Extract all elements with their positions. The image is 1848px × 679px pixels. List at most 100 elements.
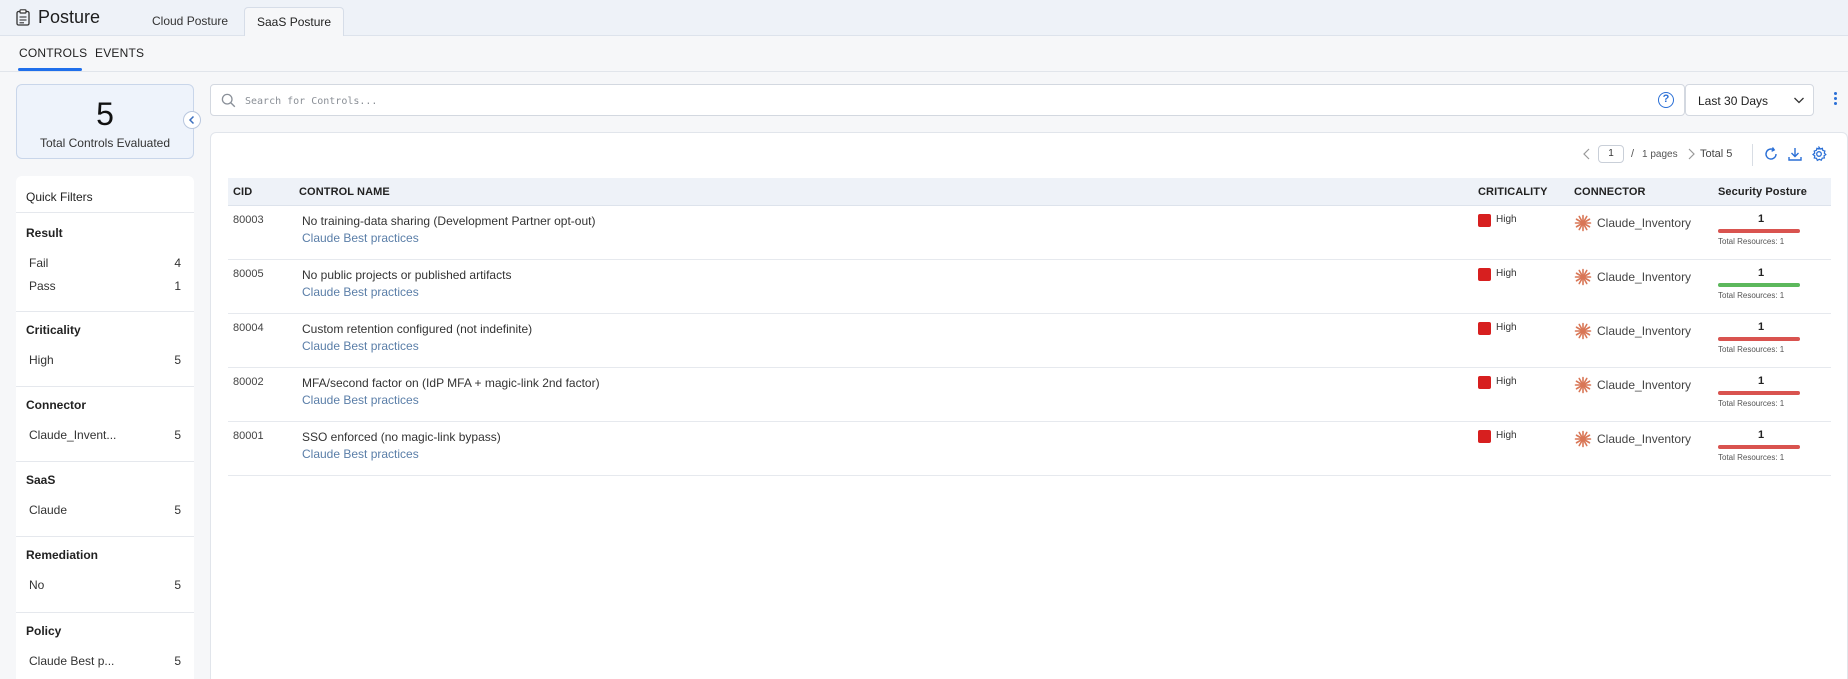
control-policy-link[interactable]: Claude Best practices — [302, 285, 419, 299]
chevron-right-icon[interactable] — [1686, 148, 1696, 160]
clipboard-icon — [16, 9, 30, 26]
top-bar: Posture Cloud Posture SaaS Posture — [0, 0, 1848, 36]
filter-item-label: Claude Best p... — [29, 654, 115, 668]
connector-name: Claude_Inventory — [1597, 270, 1692, 284]
control-policy-link[interactable]: Claude Best practices — [302, 231, 419, 245]
filter-item-pass[interactable]: Pass 1 — [29, 279, 181, 293]
quick-filters-panel: Quick Filters Result Fail 4 Pass 1 Criti… — [16, 176, 194, 679]
page-separator: / — [1631, 148, 1635, 160]
filter-item-label: Fail — [29, 256, 49, 270]
column-header-control-name[interactable]: CONTROL NAME — [299, 186, 390, 198]
table-row[interactable]: 80004 Custom retention configured (not in… — [228, 314, 1831, 368]
sub-tabs: CONTROLS EVENTS — [0, 36, 1848, 72]
control-id: 80005 — [233, 268, 264, 280]
claude-logo-icon — [1574, 268, 1592, 286]
table-row[interactable]: 80003 No training-data sharing (Developme… — [228, 206, 1831, 260]
filter-item-count: 5 — [174, 654, 181, 668]
filter-item-label: No — [29, 578, 45, 592]
filter-item-count: 4 — [174, 256, 181, 270]
filter-group-result: Result — [26, 226, 63, 240]
security-posture-fill — [1718, 337, 1800, 341]
security-posture-bar — [1718, 337, 1800, 341]
total-resources: Total Resources: 1 — [1718, 237, 1785, 246]
criticality-indicator — [1478, 376, 1491, 389]
criticality-label: High — [1496, 268, 1517, 279]
control-policy-link[interactable]: Claude Best practices — [302, 393, 419, 407]
filter-item-label: Claude_Invent... — [29, 428, 117, 442]
collapse-sidebar-button[interactable] — [183, 111, 201, 129]
filter-item-claude[interactable]: Claude 5 — [29, 503, 181, 517]
connector-name: Claude_Inventory — [1597, 324, 1692, 338]
table-row[interactable]: 80001 SSO enforced (no magic-link bypass)… — [228, 422, 1831, 476]
column-header-cid[interactable]: CID — [233, 186, 252, 198]
date-range-select[interactable]: Last 30 Days — [1685, 84, 1814, 116]
filter-item-fail[interactable]: Fail 4 — [29, 256, 181, 270]
security-posture-fill — [1718, 445, 1800, 449]
page-number-input[interactable]: 1 — [1598, 145, 1624, 163]
criticality-indicator — [1478, 430, 1491, 443]
table-row[interactable]: 80002 MFA/second factor on (IdP MFA + mag… — [228, 368, 1831, 422]
criticality-label: High — [1496, 376, 1517, 387]
kebab-icon[interactable] — [1832, 90, 1838, 110]
criticality-indicator — [1478, 214, 1491, 227]
active-tab-indicator — [18, 68, 82, 71]
filter-item-no[interactable]: No 5 — [29, 578, 181, 592]
control-policy-link[interactable]: Claude Best practices — [302, 447, 419, 461]
gear-icon[interactable] — [1811, 146, 1827, 162]
chevron-left-icon[interactable] — [1582, 148, 1592, 160]
total-resources: Total Resources: 1 — [1718, 345, 1785, 354]
total-controls-label: Total Controls Evaluated — [39, 136, 171, 150]
filter-item-count: 1 — [174, 279, 181, 293]
tab-saas-posture[interactable]: SaaS Posture — [244, 7, 345, 36]
criticality-indicator — [1478, 322, 1491, 335]
filter-item-claude-inventory[interactable]: Claude_Invent... 5 — [29, 428, 181, 442]
column-header-criticality[interactable]: CRITICALITY — [1478, 186, 1548, 198]
filter-item-claude-best-practices[interactable]: Claude Best p... 5 — [29, 654, 181, 668]
filter-item-high[interactable]: High 5 — [29, 353, 181, 367]
download-icon[interactable] — [1787, 146, 1803, 162]
tab-controls[interactable]: CONTROLS — [19, 46, 87, 60]
divider — [16, 461, 194, 462]
security-posture-value: 1 — [1757, 213, 1765, 225]
control-policy-link[interactable]: Claude Best practices — [302, 339, 419, 353]
tab-cloud-posture[interactable]: Cloud Posture — [140, 7, 240, 36]
security-posture-bar — [1718, 283, 1800, 287]
divider — [1752, 144, 1753, 166]
security-posture-fill — [1718, 283, 1800, 287]
claude-logo-icon — [1574, 376, 1592, 394]
criticality-label: High — [1496, 214, 1517, 225]
total-count: Total 5 — [1700, 148, 1733, 160]
filter-group-remediation: Remediation — [26, 548, 99, 562]
chevron-down-icon — [1794, 97, 1804, 104]
control-name[interactable]: SSO enforced (no magic-link bypass) — [302, 430, 501, 444]
divider — [16, 212, 194, 213]
control-name[interactable]: Custom retention configured (not indefin… — [302, 322, 532, 336]
column-header-connector[interactable]: CONNECTOR — [1574, 186, 1646, 198]
control-name[interactable]: MFA/second factor on (IdP MFA + magic-li… — [302, 376, 600, 390]
total-resources: Total Resources: 1 — [1718, 453, 1785, 462]
filter-group-policy: Policy — [26, 624, 62, 638]
column-header-security-posture[interactable]: Security Posture — [1718, 186, 1807, 198]
page-title: Posture — [38, 7, 101, 27]
filter-item-label: High — [29, 353, 54, 367]
security-posture-fill — [1718, 391, 1800, 395]
summary-card: 5 Total Controls Evaluated — [16, 84, 194, 159]
divider — [16, 311, 194, 312]
security-posture-value: 1 — [1757, 321, 1765, 333]
security-posture-bar — [1718, 445, 1800, 449]
security-posture-bar — [1718, 391, 1800, 395]
table-row[interactable]: 80005 No public projects or published art… — [228, 260, 1831, 314]
total-resources: Total Resources: 1 — [1718, 291, 1785, 300]
search-icon — [221, 93, 236, 108]
table-header: CID CONTROL NAME CRITICALITY CONNECTOR S… — [228, 178, 1831, 206]
claude-logo-icon — [1574, 430, 1592, 448]
tab-events[interactable]: EVENTS — [95, 46, 144, 60]
chevron-left-icon — [188, 115, 195, 125]
refresh-icon[interactable] — [1763, 146, 1779, 162]
control-name[interactable]: No training-data sharing (Development Pa… — [302, 214, 595, 228]
help-icon[interactable]: ? — [1658, 92, 1674, 108]
search-input[interactable] — [245, 91, 1625, 111]
filter-item-label: Claude — [29, 503, 68, 517]
quick-filters-title: Quick Filters — [26, 190, 93, 204]
control-name[interactable]: No public projects or published artifact… — [302, 268, 511, 282]
